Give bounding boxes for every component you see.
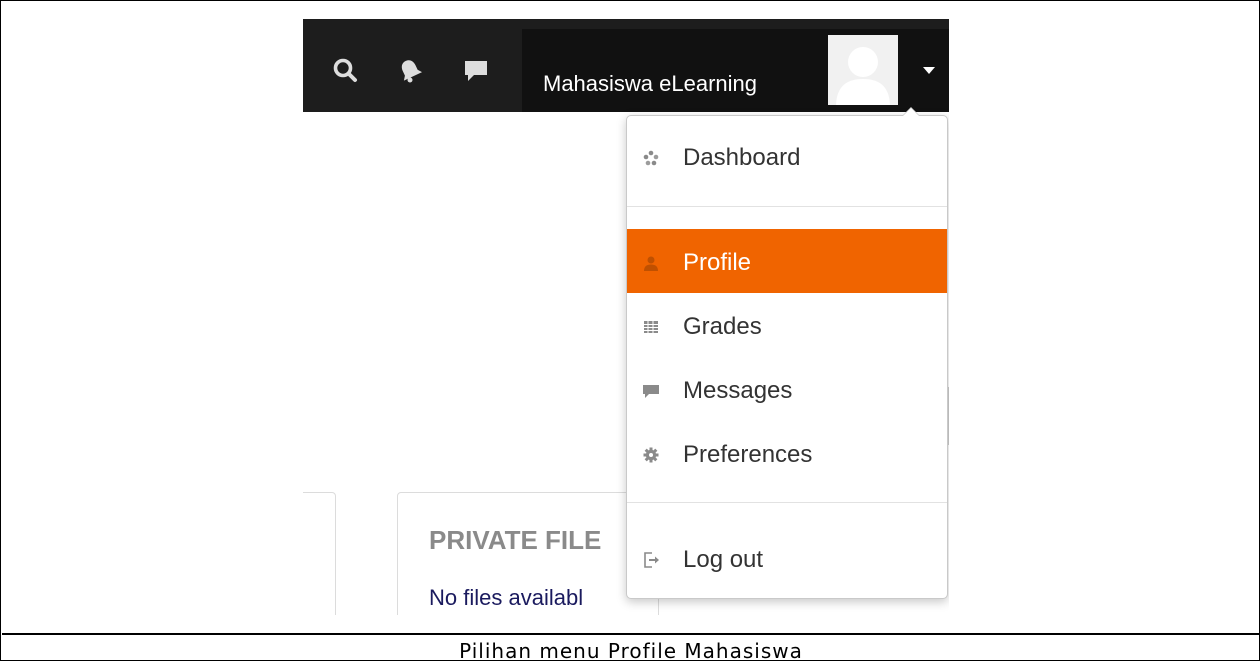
chevron-down-icon[interactable] — [923, 67, 935, 74]
menu-item-label: Log out — [683, 546, 764, 573]
menu-divider — [627, 206, 947, 207]
private-files-card: PRIVATE FILE No files availabl — [397, 492, 659, 615]
menu-item-label: Profile — [683, 249, 752, 276]
screenshot-area: Mahasiswa eLearning PRIVATE FILE No file… — [303, 19, 949, 615]
menu-item-label: Grades — [683, 313, 762, 340]
avatar-placeholder-icon — [828, 35, 898, 105]
menu-item-label: Messages — [683, 377, 793, 404]
avatar[interactable] — [828, 35, 898, 105]
card-title: PRIVATE FILE — [429, 525, 602, 555]
menu-item-messages[interactable]: Messages — [627, 357, 947, 421]
menu-divider — [627, 502, 947, 503]
search-icon[interactable] — [332, 57, 358, 83]
gear-icon — [643, 447, 659, 463]
message-icon — [643, 385, 659, 398]
menu-item-profile[interactable]: Profile — [627, 229, 947, 293]
card-text: No files availabl — [429, 585, 584, 610]
message-icon[interactable] — [463, 57, 489, 83]
user-dropdown-menu: Dashboard Profile Grades Messages Prefer… — [626, 107, 948, 599]
user-menu-toggle[interactable]: Mahasiswa eLearning — [522, 29, 949, 112]
user-icon — [644, 256, 658, 271]
bell-icon[interactable] — [397, 57, 423, 83]
user-name[interactable]: Mahasiswa eLearning — [543, 73, 757, 95]
dropdown-arrow-inner — [903, 108, 919, 116]
dashboard-icon — [643, 150, 659, 166]
grades-icon — [644, 321, 658, 333]
menu-item-preferences[interactable]: Preferences — [627, 421, 947, 485]
menu-item-logout[interactable]: Log out — [627, 526, 947, 590]
caption-bar: Pilihan menu Profile Mahasiswa — [2, 633, 1260, 663]
side-card — [303, 492, 336, 615]
menu-item-label: Dashboard — [683, 144, 801, 171]
logout-icon — [644, 552, 659, 568]
figure-caption: Pilihan menu Profile Mahasiswa — [459, 639, 803, 663]
menu-item-label: Preferences — [683, 441, 813, 468]
figure-frame: Mahasiswa eLearning PRIVATE FILE No file… — [0, 0, 1260, 663]
menu-item-dashboard[interactable]: Dashboard — [627, 124, 947, 188]
top-navbar: Mahasiswa eLearning — [303, 19, 949, 112]
menu-item-grades[interactable]: Grades — [627, 293, 947, 357]
